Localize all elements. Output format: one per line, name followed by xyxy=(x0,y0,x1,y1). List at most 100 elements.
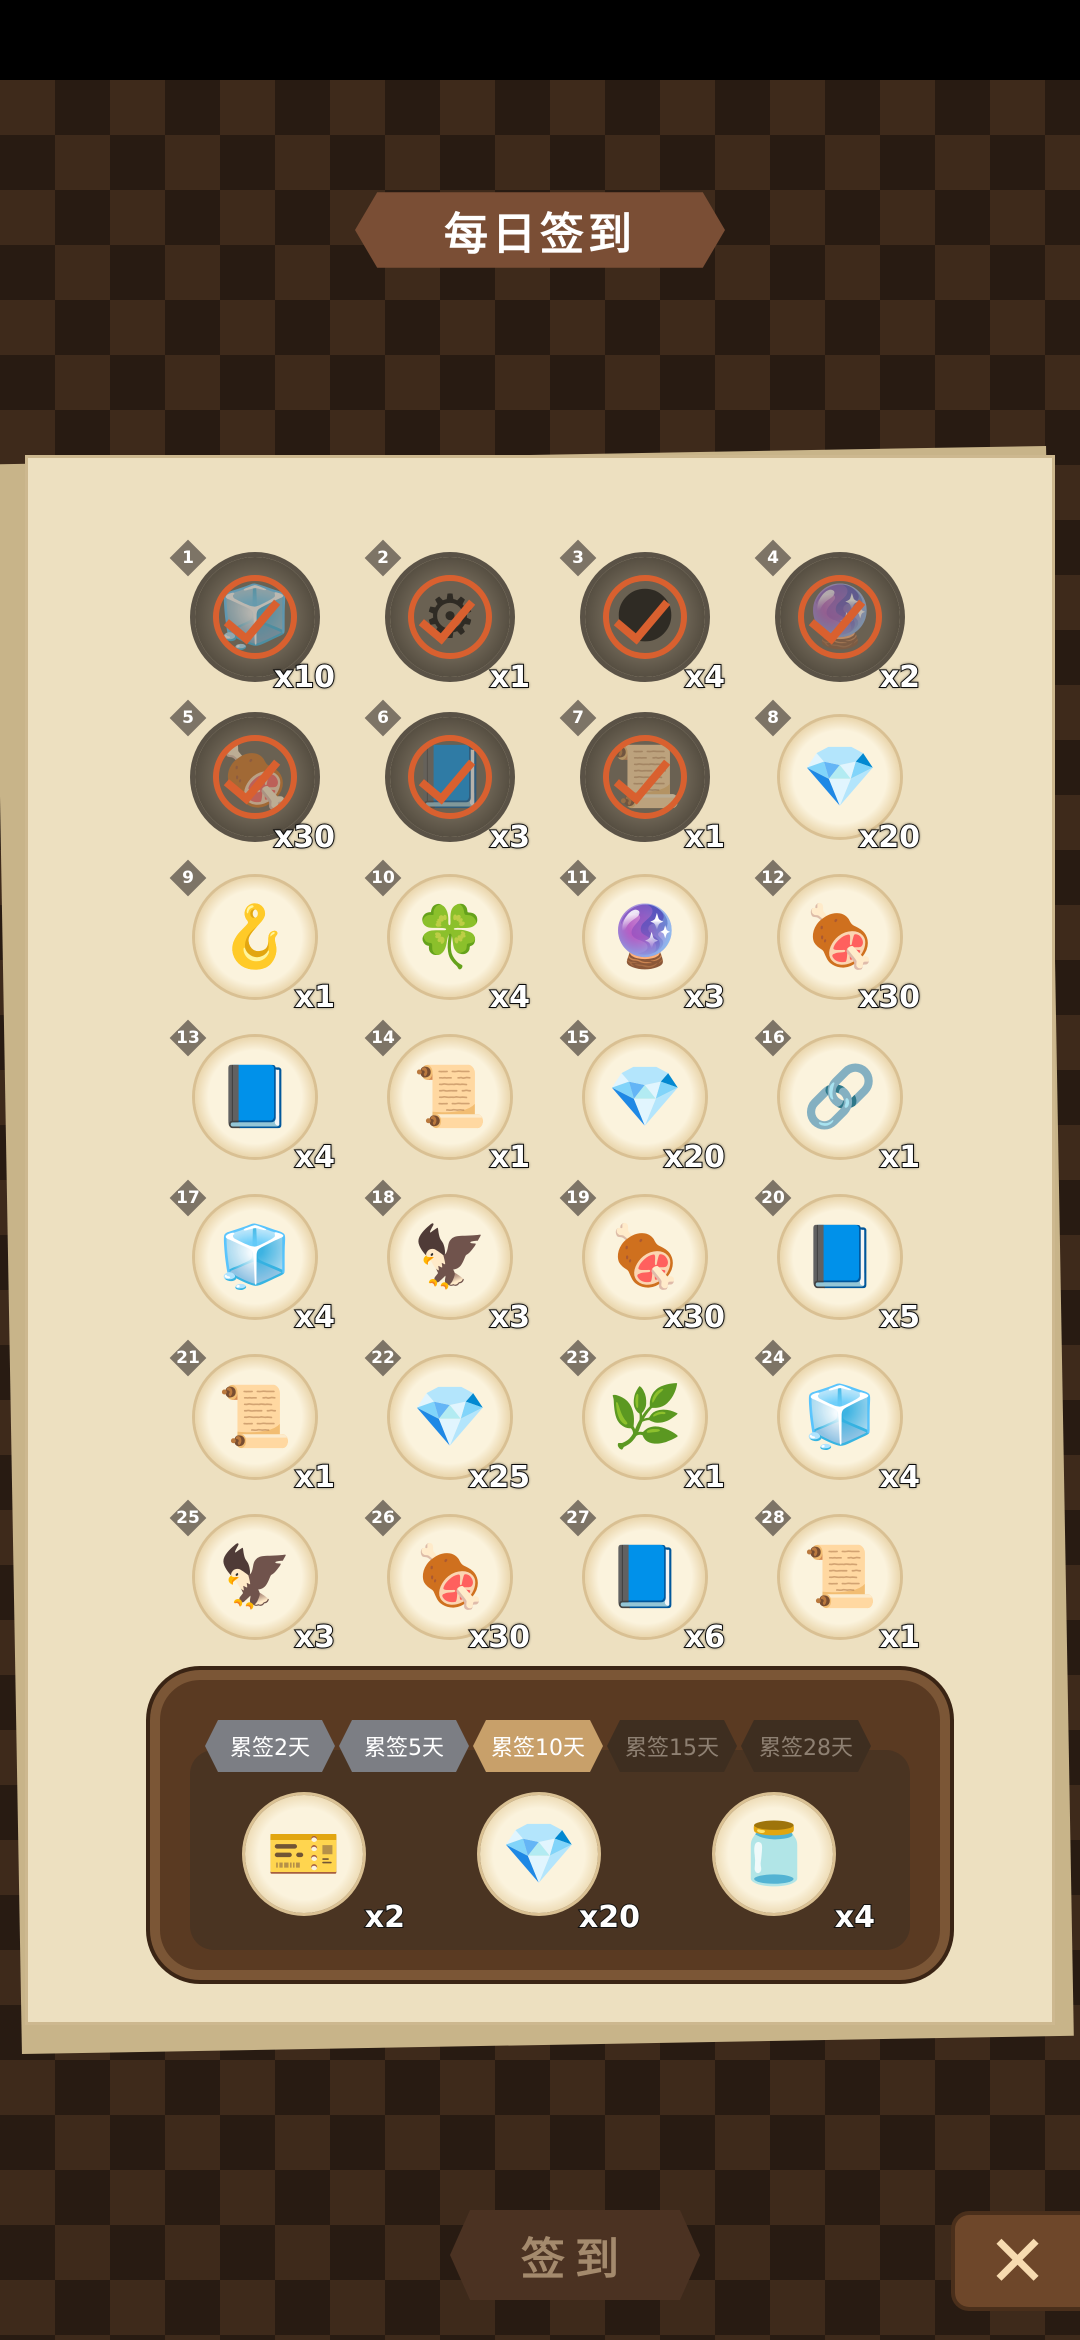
checkmark-icon xyxy=(213,575,297,659)
reward-circle: 📘 xyxy=(780,1197,900,1317)
flaming-claw-icon: 🦅 xyxy=(217,1542,293,1612)
day-number: 26 xyxy=(371,1508,395,1528)
day-reward-item[interactable]: 📘 6 x3 xyxy=(364,699,531,865)
close-button[interactable]: ✕ xyxy=(955,2215,1080,2307)
day-reward-item[interactable]: 🦅 25 x3 xyxy=(169,1499,336,1665)
day-reward-item[interactable]: 🍖 12 x30 xyxy=(754,859,921,1025)
day-reward-item[interactable]: 📜 21 x1 xyxy=(169,1339,336,1505)
day-number: 1 xyxy=(182,548,194,568)
day-number: 18 xyxy=(371,1188,395,1208)
reward-quantity: x3 xyxy=(294,1619,336,1656)
reward-quantity: x1 xyxy=(294,1459,336,1496)
day-reward-item[interactable]: 🍀 10 x4 xyxy=(364,859,531,1025)
day-reward-item[interactable]: 🧊 24 x4 xyxy=(754,1339,921,1505)
day-reward-item[interactable]: 📘 13 x4 xyxy=(169,1019,336,1185)
day-reward-item[interactable]: 💎 22 x25 xyxy=(364,1339,531,1505)
day-reward-item[interactable]: 🧊 1 x10 xyxy=(169,539,336,705)
day-reward-item[interactable]: 📜 7 x1 xyxy=(559,699,726,865)
day-reward-item[interactable]: ⚙ 2 x1 xyxy=(364,539,531,705)
blue-crystal-icon: 💎 xyxy=(501,1819,577,1889)
day-number-badge: 18 xyxy=(364,1179,402,1217)
day-reward-item[interactable]: 🍖 19 x30 xyxy=(559,1179,726,1345)
day-number-badge: 13 xyxy=(169,1019,207,1057)
day-number-badge: 25 xyxy=(169,1499,207,1537)
day-reward-item[interactable]: 💎 8 x20 xyxy=(754,699,921,865)
day-number: 9 xyxy=(182,868,194,888)
bonus-reward-item[interactable]: 🎫 x2 xyxy=(245,1795,406,1936)
day-number: 28 xyxy=(761,1508,785,1528)
day-reward-item[interactable]: 🍖 5 x30 xyxy=(169,699,336,865)
reward-quantity: x4 xyxy=(489,979,531,1016)
close-icon: ✕ xyxy=(987,2219,1048,2303)
day-reward-item[interactable]: 🔗 16 x1 xyxy=(754,1019,921,1185)
day-reward-item[interactable]: 🔮 11 x3 xyxy=(559,859,726,1025)
bonus-reward-item[interactable]: 💎 x20 xyxy=(480,1795,641,1936)
reward-quantity: x3 xyxy=(489,819,531,856)
day-number: 4 xyxy=(767,548,779,568)
hook-icon: 🪝 xyxy=(217,902,293,972)
day-number: 23 xyxy=(566,1348,590,1368)
day-number: 24 xyxy=(761,1348,785,1368)
scroll-ii-icon: 📜 xyxy=(412,1062,488,1132)
day-number-badge: 27 xyxy=(559,1499,597,1537)
blue-book-icon: 📘 xyxy=(607,1542,683,1612)
reward-circle: 🌿 xyxy=(585,1357,705,1477)
reward-quantity: x6 xyxy=(684,1619,726,1656)
day-number-badge: 1 xyxy=(169,539,207,577)
reward-circle: 💎 xyxy=(480,1795,598,1913)
day-number: 13 xyxy=(176,1028,200,1048)
reward-circle: 🎫 xyxy=(245,1795,363,1913)
day-reward-item[interactable]: 🍖 26 x30 xyxy=(364,1499,531,1665)
bonus-tab[interactable]: 累签2天 xyxy=(205,1720,335,1772)
day-reward-item[interactable]: 🌿 23 x1 xyxy=(559,1339,726,1505)
day-number-badge: 10 xyxy=(364,859,402,897)
day-number: 6 xyxy=(377,708,389,728)
meat-icon: 🍖 xyxy=(607,1222,683,1292)
day-reward-item[interactable]: 📜 14 x1 xyxy=(364,1019,531,1185)
day-reward-item[interactable]: 📘 27 x6 xyxy=(559,1499,726,1665)
day-number: 15 xyxy=(566,1028,590,1048)
day-reward-item[interactable]: 🪝 9 x1 xyxy=(169,859,336,1025)
day-number: 12 xyxy=(761,868,785,888)
bonus-tab[interactable]: 累签5天 xyxy=(339,1720,469,1772)
day-number: 17 xyxy=(176,1188,200,1208)
bonus-tab[interactable]: 累签15天 xyxy=(607,1720,737,1772)
reward-quantity: x4 xyxy=(294,1299,336,1336)
day-reward-item[interactable]: 🔮 4 x2 xyxy=(754,539,921,705)
reward-circle: 🧊 xyxy=(195,1197,315,1317)
day-number: 5 xyxy=(182,708,194,728)
sign-in-button[interactable]: 签到 xyxy=(450,2210,700,2300)
day-number-badge: 9 xyxy=(169,859,207,897)
day-number: 22 xyxy=(371,1348,395,1368)
day-reward-item[interactable]: 💎 15 x20 xyxy=(559,1019,726,1185)
bonus-reward-item[interactable]: 🫙 x4 xyxy=(715,1795,876,1936)
day-reward-item[interactable]: 📘 20 x5 xyxy=(754,1179,921,1345)
day-number-badge: 7 xyxy=(559,699,597,737)
day-reward-item[interactable]: 📜 28 x1 xyxy=(754,1499,921,1665)
daily-reward-grid: 🧊 1 x10 ⚙ 2 x1 🌑 3 x4 🔮 4 x2 🍖 5 x30 📘 6 x3 📜 7 x1 💎 8 x20 🪝 9 x1 🍀… xyxy=(0,0,1080,1656)
reward-circle: 🔗 xyxy=(780,1037,900,1157)
checkmark-icon xyxy=(408,735,492,819)
bonus-tab[interactable]: 累签28天 xyxy=(741,1720,871,1772)
bonus-tab[interactable]: 累签10天 xyxy=(473,1720,603,1772)
reward-quantity: x1 xyxy=(489,1139,531,1176)
day-reward-item[interactable]: 🌑 3 x4 xyxy=(559,539,726,705)
day-reward-item[interactable]: 🧊 17 x4 xyxy=(169,1179,336,1345)
day-number-badge: 3 xyxy=(559,539,597,577)
reward-circle: 📘 xyxy=(585,1517,705,1637)
day-number: 25 xyxy=(176,1508,200,1528)
scroll-ii-icon: 📜 xyxy=(217,1382,293,1452)
reward-quantity: x30 xyxy=(273,819,336,856)
reward-quantity: x20 xyxy=(663,1139,726,1176)
reward-circle: 🍖 xyxy=(585,1197,705,1317)
reward-quantity: x30 xyxy=(468,1619,531,1656)
clover-icon: 🍀 xyxy=(412,902,488,972)
reward-quantity: x20 xyxy=(858,819,921,856)
reward-quantity: x3 xyxy=(489,1299,531,1336)
day-number-badge: 5 xyxy=(169,699,207,737)
day-number-badge: 23 xyxy=(559,1339,597,1377)
flaming-purple-gem-icon: 🔮 xyxy=(607,902,683,972)
scroll-iii-icon: 📜 xyxy=(802,1542,878,1612)
reward-quantity: x2 xyxy=(879,659,921,696)
day-reward-item[interactable]: 🦅 18 x3 xyxy=(364,1179,531,1345)
